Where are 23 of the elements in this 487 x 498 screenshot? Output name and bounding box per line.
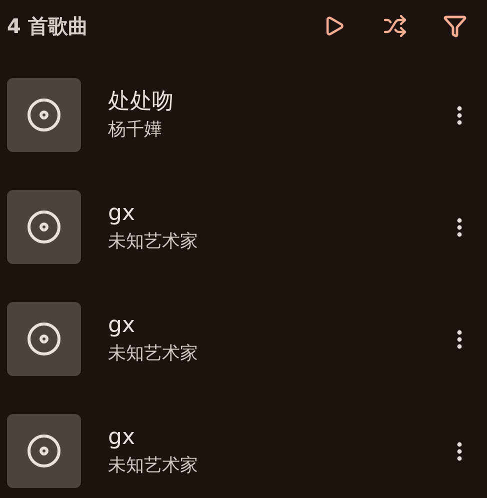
song-row[interactable]: gx 未知艺术家 bbox=[0, 395, 487, 498]
song-count: 4 首歌曲 bbox=[7, 13, 89, 40]
song-row[interactable]: 处处吻 杨千嬅 bbox=[0, 59, 487, 171]
song-artist: 杨千嬅 bbox=[108, 118, 163, 142]
song-artist: 未知艺术家 bbox=[108, 454, 199, 478]
more-icon bbox=[456, 442, 462, 460]
disc-icon bbox=[26, 209, 62, 245]
disc-icon bbox=[26, 433, 62, 469]
shuffle-icon bbox=[383, 14, 407, 38]
more-icon bbox=[456, 330, 462, 348]
filter-icon bbox=[443, 14, 467, 38]
more-icon bbox=[456, 106, 462, 124]
disc-icon bbox=[26, 321, 62, 357]
song-artist: 未知艺术家 bbox=[108, 342, 199, 366]
song-title: gx bbox=[108, 424, 136, 452]
song-artist: 未知艺术家 bbox=[108, 230, 199, 254]
song-title: gx bbox=[108, 312, 136, 340]
disc-icon bbox=[26, 97, 62, 133]
more-icon bbox=[456, 218, 462, 236]
song-title: gx bbox=[108, 200, 136, 228]
song-row[interactable]: gx 未知艺术家 bbox=[0, 283, 487, 395]
song-title: 处处吻 bbox=[108, 88, 175, 116]
song-row[interactable]: gx 未知艺术家 bbox=[0, 171, 487, 283]
